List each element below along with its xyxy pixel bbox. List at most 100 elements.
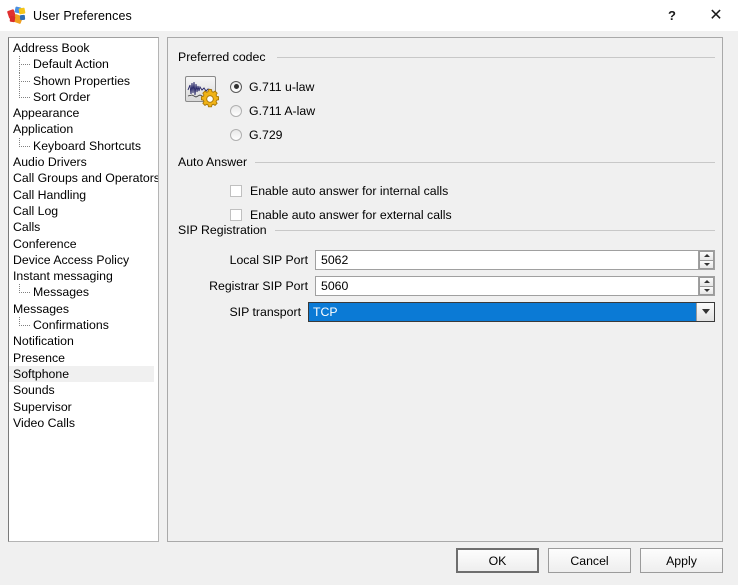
- sidebar-item-keyboard-shortcuts[interactable]: Keyboard Shortcuts: [9, 137, 158, 154]
- sidebar-item-label: Softphone: [13, 366, 70, 381]
- sidebar-item-label: Device Access Policy: [13, 252, 130, 267]
- sip-registration-group: SIP Registration Local SIP Port Registra…: [177, 223, 715, 326]
- sidebar-item-default-action[interactable]: Default Action: [9, 56, 158, 73]
- sip-transport-value[interactable]: TCP: [309, 302, 696, 321]
- auto-answer-internal-row[interactable]: Enable auto answer for internal calls: [230, 182, 448, 199]
- app-icon: [6, 6, 26, 25]
- auto-answer-external-row[interactable]: Enable auto answer for external calls: [230, 206, 452, 223]
- settings-detail-panel: Preferred codec G.711 u-law G.711 A-law: [167, 37, 723, 542]
- radio-icon[interactable]: [230, 104, 242, 117]
- sidebar-item-appearance[interactable]: Appearance: [9, 105, 158, 121]
- sidebar-item-label: Audio Drivers: [13, 155, 87, 170]
- sidebar-item-label: Call Handling: [13, 187, 87, 202]
- sidebar-item-supervisor[interactable]: Supervisor: [9, 399, 158, 415]
- group-divider-line: [277, 57, 715, 58]
- auto-answer-external-label: Enable auto answer for external calls: [250, 207, 452, 222]
- local-sip-port-input[interactable]: [315, 249, 698, 270]
- sidebar-item-shown-properties[interactable]: Shown Properties: [9, 72, 158, 89]
- radio-icon[interactable]: [230, 128, 242, 141]
- codec-option-g729[interactable]: G.729: [230, 126, 283, 143]
- spinner-up-icon[interactable]: [699, 276, 714, 286]
- sidebar-item-call-handling[interactable]: Call Handling: [9, 187, 158, 203]
- registrar-sip-port-stepper[interactable]: [315, 275, 715, 296]
- settings-tree-panel[interactable]: Address Book Default Action Shown Properti…: [8, 37, 159, 542]
- sidebar-item-audio-drivers[interactable]: Audio Drivers: [9, 154, 158, 170]
- audio-codec-settings-icon: [185, 76, 221, 110]
- sip-transport-dropdown[interactable]: TCP: [308, 301, 715, 322]
- sidebar-item-confirmations[interactable]: Confirmations: [9, 317, 158, 333]
- close-icon[interactable]: ✕: [694, 0, 738, 31]
- cancel-button[interactable]: Cancel: [548, 548, 631, 573]
- sidebar-item-messages[interactable]: Messages: [9, 284, 158, 300]
- sidebar-item-video-calls[interactable]: Video Calls: [9, 415, 158, 431]
- help-icon[interactable]: ?: [650, 0, 694, 31]
- spinner-buttons[interactable]: [698, 249, 715, 270]
- tree-guide-line: [9, 284, 33, 300]
- sidebar-item-label: Confirmations: [33, 318, 109, 333]
- sidebar-item-label: Calls: [13, 220, 41, 235]
- tree-guide-line: [9, 72, 33, 89]
- sidebar-item-label: Default Action: [33, 57, 109, 72]
- spinner-buttons[interactable]: [698, 275, 715, 296]
- ok-button[interactable]: OK: [456, 548, 539, 573]
- tree-guide-line: [9, 56, 33, 73]
- dialog-footer: OK Cancel Apply: [0, 542, 738, 585]
- sidebar-item-call-log[interactable]: Call Log: [9, 203, 158, 219]
- registrar-sip-port-row: Registrar SIP Port: [177, 275, 715, 296]
- title-bar-buttons: ? ✕: [650, 0, 738, 31]
- sidebar-item-instant-messaging[interactable]: Instant messaging: [9, 268, 158, 284]
- group-divider-line: [275, 230, 715, 231]
- sidebar-item-label: Messages: [33, 285, 90, 300]
- sidebar-item-sounds[interactable]: Sounds: [9, 382, 158, 398]
- checkbox-icon[interactable]: [230, 208, 242, 221]
- checkbox-icon[interactable]: [230, 184, 242, 197]
- tree-guide-line: [9, 317, 33, 333]
- sidebar-item-label: Call Log: [13, 203, 59, 218]
- sidebar-item-label: Application: [13, 122, 74, 137]
- title-bar-left: User Preferences: [6, 0, 132, 31]
- title-bar: User Preferences ? ✕: [0, 0, 738, 31]
- codec-option-label: G.711 A-law: [249, 103, 316, 118]
- sip-transport-row: SIP transport TCP: [177, 301, 715, 322]
- spinner-down-icon[interactable]: [699, 285, 714, 295]
- sidebar-item-label: Video Calls: [13, 415, 75, 430]
- sidebar-item-call-groups-and-operators[interactable]: Call Groups and Operators: [9, 170, 158, 186]
- tree-guide-line: [9, 88, 33, 105]
- spinner-down-icon[interactable]: [699, 259, 714, 269]
- sidebar-item-label: Instant messaging: [13, 269, 113, 284]
- local-sip-port-row: Local SIP Port: [177, 249, 715, 270]
- codec-option-g711-ulaw[interactable]: G.711 u-law: [230, 78, 314, 95]
- sidebar-item-messages[interactable]: Messages: [9, 301, 158, 317]
- sidebar-item-label: Sounds: [13, 383, 55, 398]
- sip-transport-label: SIP transport: [229, 304, 301, 319]
- sidebar-item-address-book[interactable]: Address Book: [9, 40, 158, 56]
- chevron-down-icon[interactable]: [696, 302, 714, 321]
- sidebar-item-label: Keyboard Shortcuts: [33, 138, 142, 153]
- sidebar-item-softphone[interactable]: Softphone: [9, 365, 154, 383]
- local-sip-port-label: Local SIP Port: [229, 252, 308, 267]
- apply-button[interactable]: Apply: [640, 548, 723, 573]
- local-sip-port-stepper[interactable]: [315, 249, 715, 270]
- preferred-codec-group: Preferred codec G.711 u-law G.711 A-law: [177, 50, 715, 155]
- window-title: User Preferences: [33, 8, 132, 23]
- sidebar-item-sort-order[interactable]: Sort Order: [9, 88, 158, 105]
- sidebar-item-device-access-policy[interactable]: Device Access Policy: [9, 252, 158, 268]
- registrar-sip-port-label: Registrar SIP Port: [209, 278, 308, 293]
- sidebar-item-application[interactable]: Application: [9, 121, 158, 137]
- sidebar-item-label: Call Groups and Operators: [13, 171, 159, 186]
- dialog-button-bar: OK Cancel Apply: [456, 548, 723, 573]
- sidebar-item-label: Appearance: [13, 106, 80, 121]
- auto-answer-internal-label: Enable auto answer for internal calls: [250, 183, 449, 198]
- registrar-sip-port-input[interactable]: [315, 275, 698, 296]
- sidebar-item-label: Presence: [13, 350, 65, 365]
- sidebar-item-notification[interactable]: Notification: [9, 333, 158, 349]
- radio-icon[interactable]: [230, 80, 242, 93]
- codec-option-g711-alaw[interactable]: G.711 A-law: [230, 102, 315, 119]
- sidebar-item-conference[interactable]: Conference: [9, 236, 158, 252]
- sidebar-item-label: Supervisor: [13, 399, 72, 414]
- sidebar-item-calls[interactable]: Calls: [9, 219, 158, 235]
- codec-option-label: G.729: [249, 127, 283, 142]
- sidebar-item-label: Sort Order: [33, 89, 91, 104]
- sidebar-item-presence[interactable]: Presence: [9, 350, 158, 366]
- spinner-up-icon[interactable]: [699, 250, 714, 260]
